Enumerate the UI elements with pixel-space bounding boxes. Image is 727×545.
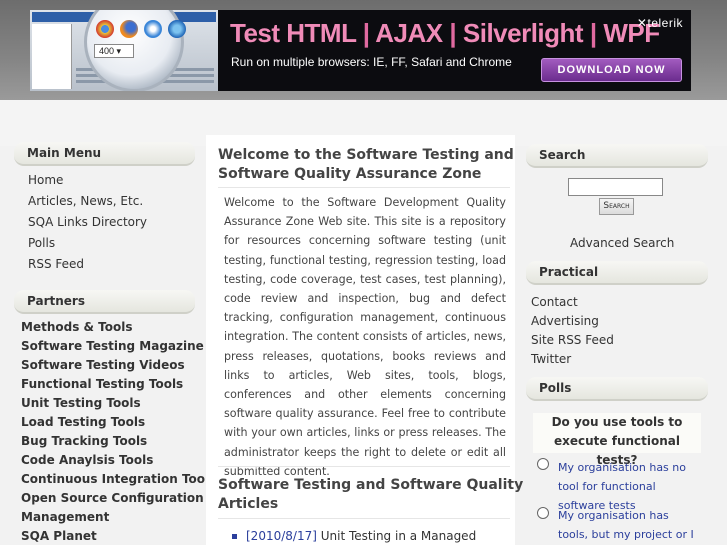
poll-question: Do you use tools to execute functional t… [533, 413, 701, 467]
search-input[interactable] [568, 178, 663, 196]
partner-link[interactable]: Continuous Integration Tools [21, 472, 216, 486]
search-button[interactable]: Search [599, 198, 634, 215]
download-now-button[interactable]: DOWNLOAD NOW [541, 58, 682, 82]
news-title[interactable]: Unit Testing in a Managed [321, 529, 476, 543]
partner-link[interactable]: Bug Tracking Tools [21, 434, 147, 448]
divider [218, 466, 510, 467]
polls-header: Polls [526, 377, 708, 401]
bullet-icon [232, 534, 237, 539]
telerik-logo: ✕telerik [636, 16, 683, 30]
chrome-icon [96, 20, 114, 38]
partner-link[interactable]: Code Anaylsis Tools [21, 453, 153, 467]
divider [218, 187, 510, 188]
partner-link[interactable]: Software Testing Videos [21, 358, 185, 372]
divider [218, 518, 510, 519]
advanced-search-link[interactable]: Advanced Search [570, 236, 674, 250]
partner-link[interactable]: Unit Testing Tools [21, 396, 141, 410]
partner-link[interactable]: Methods & Tools [21, 320, 133, 334]
practical-link-advertising[interactable]: Advertising [531, 314, 599, 328]
welcome-text: Welcome to the Software Development Qual… [224, 196, 506, 478]
partner-link[interactable]: Load Testing Tools [21, 415, 145, 429]
header-bar: 400 ▾ Test HTML | AJAX | Silverlight | W… [0, 0, 727, 100]
practical-link-twitter[interactable]: Twitter [531, 352, 571, 366]
safari-icon [144, 20, 162, 38]
partner-link-continued[interactable]: Management [21, 510, 109, 524]
news-list-item[interactable]: [2010/8/17] Unit Testing in a Managed [232, 529, 476, 543]
partner-link[interactable]: SQA Planet [21, 529, 97, 543]
poll-option-2[interactable]: My organisation has tools, but my projec… [558, 506, 700, 545]
banner-title: Test HTML | AJAX | Silverlight | WPF [230, 18, 660, 48]
banner-subtitle: Run on multiple browsers: IE, FF, Safari… [231, 55, 512, 69]
zoom-select: 400 ▾ [94, 44, 134, 58]
poll-radio-1[interactable] [537, 458, 549, 470]
practical-link-contact[interactable]: Contact [531, 295, 578, 309]
advertisement-banner[interactable]: 400 ▾ Test HTML | AJAX | Silverlight | W… [30, 10, 691, 91]
ie-icon [168, 20, 186, 38]
nav-sqa-links[interactable]: SQA Links Directory [28, 215, 147, 229]
nav-articles[interactable]: Articles, News, Etc. [28, 194, 143, 208]
partner-link[interactable]: Software Testing Magazine [21, 339, 204, 353]
firefox-icon [120, 20, 138, 38]
search-header: Search [526, 144, 708, 168]
welcome-title: Welcome to the Software Testing and Soft… [218, 147, 514, 182]
practical-link-rss[interactable]: Site RSS Feed [531, 333, 614, 347]
nav-home[interactable]: Home [28, 173, 63, 187]
partner-link[interactable]: Functional Testing Tools [21, 377, 183, 391]
practical-header: Practical [526, 261, 708, 285]
partner-link[interactable]: Open Source Configuration [21, 491, 204, 505]
nav-polls[interactable]: Polls [28, 236, 55, 250]
main-menu-header: Main Menu [14, 142, 195, 166]
articles-title: Software Testing and Software Quality Ar… [218, 477, 524, 512]
banner-screenshot-image: 400 ▾ [30, 10, 218, 91]
nav-rss-feed[interactable]: RSS Feed [28, 257, 84, 271]
partners-header: Partners [14, 290, 195, 314]
poll-radio-2[interactable] [537, 507, 549, 519]
news-date[interactable]: [2010/8/17] [246, 529, 317, 543]
